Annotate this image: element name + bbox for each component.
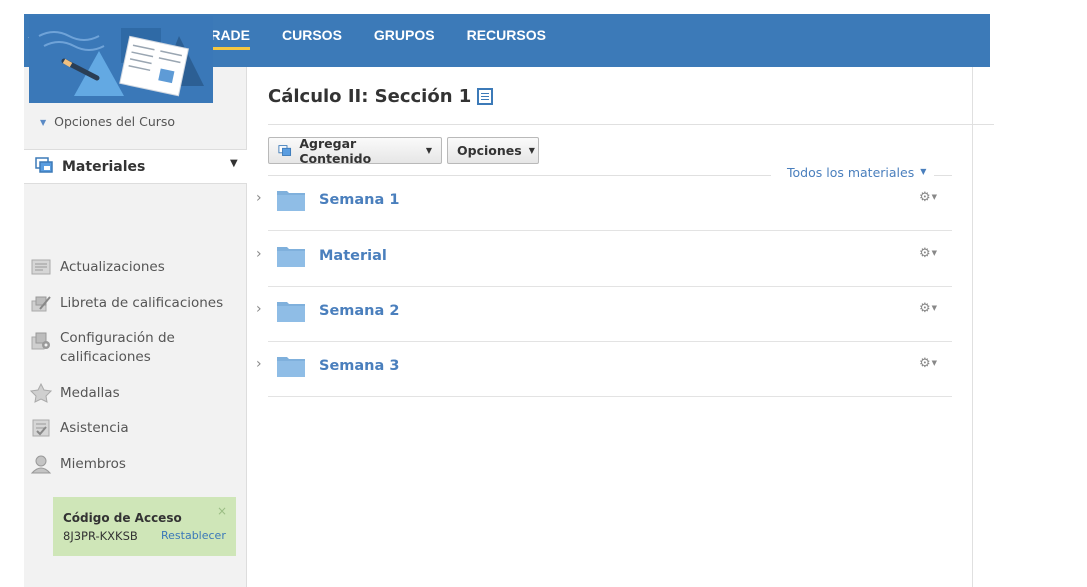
sidebar-item-materiales[interactable]: Materiales ▼ <box>24 149 248 184</box>
sidebar-item-label: Materiales <box>62 159 146 175</box>
course-options-toggle[interactable]: ▼ Opciones del Curso <box>40 114 175 129</box>
gear-icon[interactable]: ⚙▼ <box>919 301 937 316</box>
folder-icon <box>277 357 305 377</box>
folder-icon <box>277 247 305 267</box>
sidebar-item-config-calificaciones[interactable]: Configuración de calificaciones <box>30 329 185 367</box>
course-title: Cálculo II: Sección 1 <box>268 86 472 107</box>
sidebar-item-miembros[interactable]: Miembros <box>30 454 126 474</box>
attendance-icon <box>32 419 50 437</box>
main-nav: UPGRADE CURSOS GRUPOS RECURSOS <box>180 27 578 50</box>
folder-row[interactable]: › Semana 2 ⚙▼ <box>256 287 952 342</box>
gradebook-icon <box>31 296 51 312</box>
access-code-title: Código de Acceso <box>63 511 182 525</box>
add-materials-icon <box>278 144 292 156</box>
close-icon[interactable]: × <box>217 504 227 518</box>
sidebar-item-label: Configuración de calificaciones <box>60 330 175 365</box>
folder-icon <box>277 302 305 322</box>
page-title: Cálculo II: Sección 1 <box>268 86 494 107</box>
caret-down-icon: ▼ <box>425 146 432 155</box>
grade-settings-icon <box>31 332 50 350</box>
folder-name[interactable]: Material <box>319 248 387 264</box>
sidebar-item-label: Medallas <box>60 385 120 401</box>
sidebar-item-asistencia[interactable]: Asistencia <box>30 418 129 438</box>
divider <box>268 124 994 125</box>
course-info-icon[interactable] <box>477 88 494 105</box>
nav-recursos[interactable]: RECURSOS <box>467 27 546 50</box>
members-icon <box>30 455 52 474</box>
badge-icon <box>30 383 52 403</box>
folder-row[interactable]: › Semana 3 ⚙▼ <box>256 342 952 397</box>
sidebar-item-label: Actualizaciones <box>60 259 165 275</box>
caret-down-icon: ▼ <box>528 146 535 155</box>
gear-icon[interactable]: ⚙▼ <box>919 356 937 371</box>
folder-row[interactable]: › Material ⚙▼ <box>256 232 952 287</box>
access-code-box: Código de Acceso 8J3PR-KXKSB Restablecer… <box>53 497 236 556</box>
sidebar-item-label: Miembros <box>60 456 126 472</box>
access-code-value: 8J3PR-KXKSB <box>63 529 138 543</box>
sidebar-item-libreta[interactable]: Libreta de calificaciones <box>30 293 223 313</box>
add-content-label: Agregar Contenido <box>299 135 372 166</box>
updates-icon <box>31 259 51 275</box>
sidebar-item-actualizaciones[interactable]: Actualizaciones <box>30 257 165 277</box>
nav-cursos[interactable]: CURSOS <box>282 27 342 50</box>
course-materials-panel: Cálculo II: Sección 1 Agregar Contenido … <box>247 67 994 587</box>
reset-code-link[interactable]: Restablecer <box>161 529 226 542</box>
gear-icon[interactable]: ⚙▼ <box>919 190 937 205</box>
options-button[interactable]: Opciones ▼ <box>447 137 539 164</box>
chevron-right-icon[interactable]: › <box>256 190 262 206</box>
chevron-right-icon[interactable]: › <box>256 246 262 262</box>
folder-row[interactable]: › Semana 1 ⚙▼ <box>256 176 952 231</box>
triangle-down-icon: ▼ <box>40 118 47 127</box>
folder-name[interactable]: Semana 3 <box>319 358 399 374</box>
folder-name[interactable]: Semana 1 <box>319 192 399 208</box>
chevron-right-icon[interactable]: › <box>256 301 262 317</box>
materials-icon <box>35 157 53 173</box>
sidebar-item-label: Libreta de calificaciones <box>60 295 224 311</box>
nav-grupos[interactable]: GRUPOS <box>374 27 435 50</box>
options-label: Opciones <box>457 143 522 158</box>
caret-down-icon[interactable]: ▼ <box>230 158 238 169</box>
add-content-button[interactable]: Agregar Contenido ▼ <box>268 135 442 166</box>
chevron-right-icon[interactable]: › <box>256 356 262 372</box>
caret-down-icon: ▼ <box>920 167 927 176</box>
gear-icon[interactable]: ⚙▼ <box>919 246 937 261</box>
course-banner-image <box>29 16 213 103</box>
folder-name[interactable]: Semana 2 <box>319 303 399 319</box>
folder-icon <box>277 191 305 211</box>
sidebar-item-medallas[interactable]: Medallas <box>30 383 120 403</box>
sidebar-item-label: Asistencia <box>60 420 129 436</box>
